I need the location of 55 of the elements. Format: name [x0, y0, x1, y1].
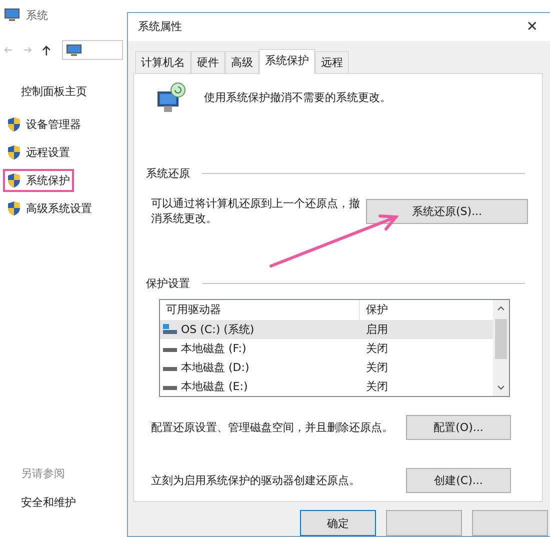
configure-button[interactable]: 配置(O)... [406, 414, 511, 440]
drive-row[interactable]: OS (C:) (系统) 启用 [160, 320, 493, 339]
forward-icon[interactable] [22, 45, 32, 55]
shield-icon [7, 201, 21, 216]
intro-text: 使用系统保护撤消不需要的系统更改。 [204, 90, 391, 106]
computer-icon [4, 8, 20, 22]
tab[interactable]: 远程 [315, 50, 349, 73]
drive-row[interactable]: 本地磁盘 (D:) 关闭 [160, 358, 493, 377]
sidebar-item[interactable]: 系统保护 [3, 169, 74, 192]
configure-description: 配置还原设置、管理磁盘空间，并且删除还原点。 [151, 420, 393, 435]
window-title: 系统 [26, 8, 48, 22]
section-heading: 保护设置 [146, 276, 190, 291]
ok-button[interactable]: 确定 [300, 510, 376, 536]
tab[interactable]: 硬件 [191, 50, 225, 73]
restore-description: 可以通过将计算机还原到上一个还原点，撤消系统更改。 [150, 196, 361, 226]
drive-name: OS (C:) (系统) [181, 322, 254, 337]
computer-icon [66, 44, 82, 56]
sidebar-item[interactable]: 设备管理器 [3, 113, 85, 136]
drive-row[interactable]: 本地磁盘 (F:) 关闭 [160, 338, 493, 358]
tab[interactable]: 计算机名 [135, 50, 191, 73]
shield-icon [7, 145, 21, 160]
protection-status: 关闭 [365, 360, 388, 375]
protection-status: 关闭 [365, 378, 388, 394]
scroll-up-icon[interactable] [497, 306, 505, 311]
tab[interactable]: 系统保护 [259, 48, 315, 74]
protection-status: 启用 [365, 322, 388, 337]
drive-name: 本地磁盘 (D:) [181, 360, 250, 375]
drive-name: 本地磁盘 (F:) [181, 340, 246, 356]
scrollbar[interactable] [493, 300, 509, 396]
scroll-down-icon[interactable] [497, 384, 505, 390]
restore-computer-icon [156, 82, 186, 114]
back-icon[interactable] [4, 45, 13, 55]
section-heading: 另请参阅 [21, 466, 66, 481]
sidebar-link[interactable]: 安全和维护 [21, 495, 76, 510]
system-restore-button[interactable]: 系统还原(S)... [366, 198, 528, 224]
up-icon[interactable] [42, 44, 50, 56]
tab[interactable]: 高级 [225, 50, 259, 73]
drive-row[interactable]: 本地磁盘 (E:) 关闭 [160, 376, 493, 396]
sidebar-item[interactable]: 远程设置 [3, 141, 74, 164]
shield-icon [7, 173, 21, 188]
drive-name: 本地磁盘 (E:) [181, 378, 248, 394]
protection-status: 关闭 [365, 340, 388, 356]
sidebar-link[interactable]: 控制面板主页 [21, 85, 87, 98]
sidebar-item[interactable]: 高级系统设置 [3, 197, 96, 220]
column-header[interactable]: 保护 [360, 302, 388, 318]
dialog-title: 系统属性 [138, 19, 182, 34]
close-button[interactable]: ✕ [526, 18, 538, 35]
section-heading: 系统还原 [146, 166, 190, 181]
dialog-button[interactable] [472, 510, 548, 536]
dialog-button[interactable] [386, 510, 462, 536]
scroll-thumb[interactable] [495, 318, 507, 359]
address-bar[interactable] [62, 40, 124, 60]
create-description: 立刻为启用系统保护的驱动器创建还原点。 [151, 472, 360, 488]
create-button[interactable]: 创建(C)... [406, 468, 511, 493]
shield-icon [7, 117, 21, 132]
